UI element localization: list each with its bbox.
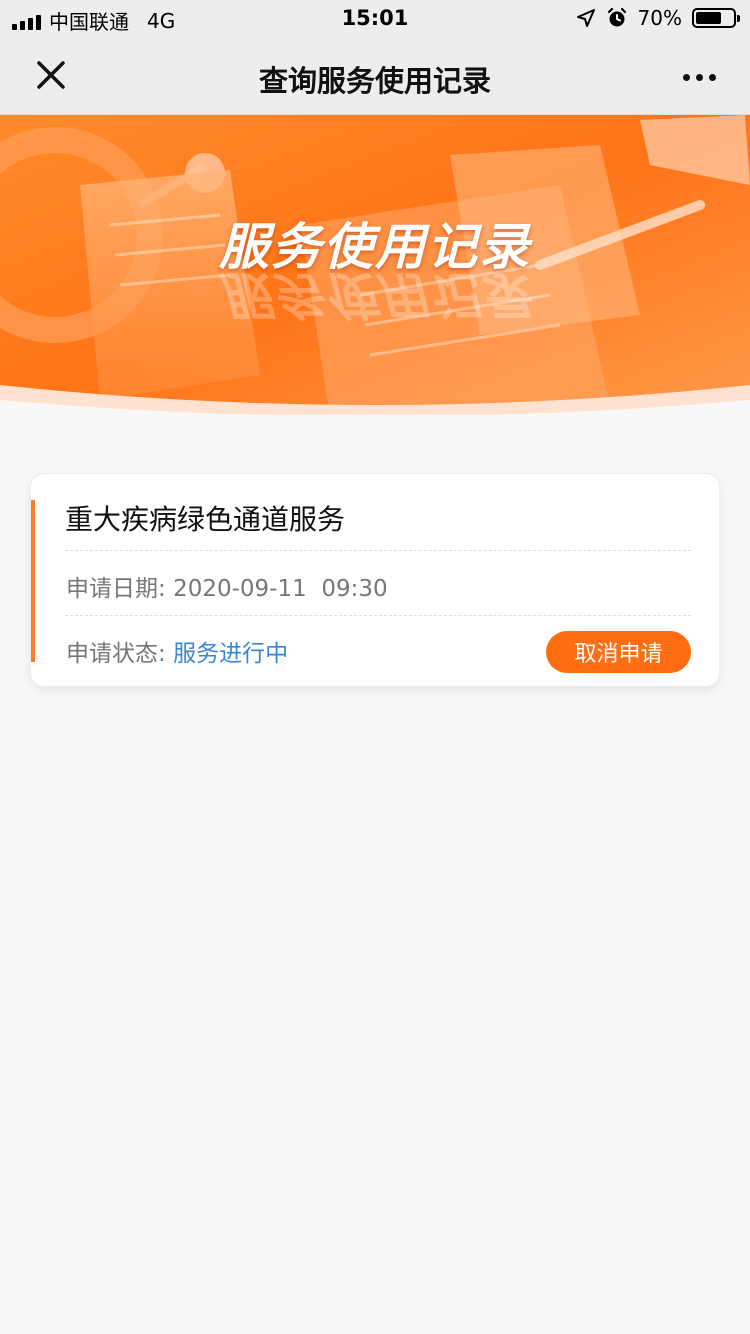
divider — [65, 550, 691, 551]
date-value: 2020-09-11 09:30 — [173, 576, 388, 602]
more-icon-dot — [695, 73, 703, 81]
cancel-application-button[interactable]: 取消申请 — [546, 631, 691, 673]
status-right: 70% — [576, 6, 740, 30]
status-row: 申请状态: 服务进行中 — [66, 634, 288, 668]
location-icon — [576, 9, 595, 27]
screen: 中国联通 4G 15:01 70% 查询服务使用记录 服务使用记录 服务使用记录… — [0, 0, 750, 1334]
battery-percent: 70% — [637, 6, 682, 30]
date-row: 申请日期: 2020-09-11 09:30 — [66, 569, 388, 603]
status-bar: 中国联通 4G 15:01 70% — [0, 0, 750, 38]
record-card: 重大疾病绿色通道服务 申请日期: 2020-09-11 09:30 申请状态: … — [30, 473, 720, 687]
status-value: 服务进行中 — [173, 641, 289, 667]
alarm-icon — [607, 7, 626, 27]
record-title: 重大疾病绿色通道服务 — [65, 503, 346, 536]
more-icon-dot — [708, 73, 716, 81]
date-label: 申请日期: — [66, 576, 166, 602]
nav-bar: 查询服务使用记录 — [0, 38, 750, 115]
more-icon-dot — [682, 73, 690, 81]
status-label: 申请状态: — [66, 641, 166, 667]
battery-icon — [692, 8, 740, 28]
banner: 服务使用记录 服务使用记录 — [0, 115, 750, 415]
banner-title-reflection: 服务使用记录 — [219, 266, 531, 324]
card-accent-bar — [31, 500, 35, 662]
more-button[interactable] — [676, 54, 722, 100]
page-title: 查询服务使用记录 — [258, 64, 491, 98]
divider — [65, 615, 691, 616]
